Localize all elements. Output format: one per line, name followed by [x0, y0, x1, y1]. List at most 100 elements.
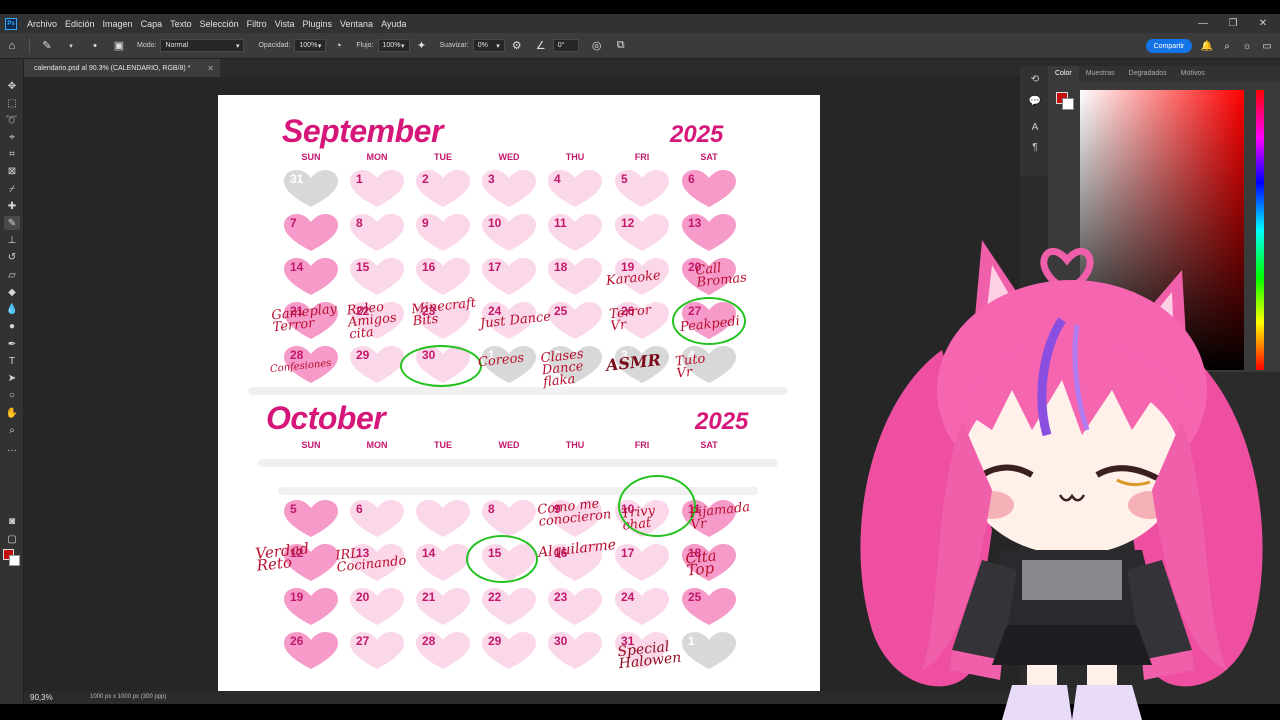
home-icon[interactable]: ⌂	[4, 38, 20, 54]
chevron-down-icon: ▾	[317, 42, 322, 50]
lasso-tool-icon[interactable]: ➰	[4, 113, 20, 127]
panel-background-swatch[interactable]	[1062, 98, 1074, 110]
calendar-day-number: 1	[356, 172, 363, 186]
airbrush-icon[interactable]: ✦	[414, 38, 430, 54]
close-icon[interactable]: ✕	[207, 64, 214, 73]
menu-edicion[interactable]: Edición	[61, 19, 99, 29]
screen-mode-icon[interactable]: ▢	[4, 532, 20, 546]
menu-ventana[interactable]: Ventana	[336, 19, 377, 29]
menu-texto[interactable]: Texto	[166, 19, 196, 29]
october-year: 2025	[695, 408, 749, 435]
photoshop-logo: Ps	[5, 17, 17, 30]
smoothing-label: Suavizar:	[439, 42, 469, 49]
flow-label: Flujo:	[356, 42, 374, 49]
eraser-tool-icon[interactable]: ▱	[4, 268, 20, 282]
path-select-tool-icon[interactable]: ➤	[4, 371, 20, 385]
menu-plugins[interactable]: Plugins	[299, 19, 337, 29]
workspace-icon[interactable]: ▭	[1260, 39, 1274, 53]
menu-imagen[interactable]: Imagen	[99, 19, 137, 29]
calendar-artboard[interactable]: September 2025 SUN MON TUE WED THU FRI SAT 31 1…	[218, 95, 820, 693]
background-color-swatch[interactable]	[9, 555, 20, 566]
more-tools-icon[interactable]: ···	[4, 443, 20, 457]
brush-settings-icon[interactable]: ▣	[111, 38, 127, 54]
menu-vista[interactable]: Vista	[271, 19, 299, 29]
calendar-day-number: 14	[422, 546, 436, 560]
share-button[interactable]: Compartir	[1146, 39, 1192, 53]
calendar-day-heart: 1	[680, 631, 738, 671]
comments-icon[interactable]: 💬	[1028, 94, 1042, 108]
stamp-tool-icon[interactable]: ⊥	[4, 233, 20, 247]
calendar-day-heart: 31	[282, 169, 340, 209]
crop-tool-icon[interactable]: ⌗	[4, 147, 20, 161]
menu-archivo[interactable]: Archivo	[23, 19, 61, 29]
calendar-day-number: 31	[290, 172, 304, 186]
blur-tool-icon[interactable]: 💧	[4, 302, 20, 316]
paper-streak	[248, 387, 788, 395]
highlight-circle	[400, 345, 482, 387]
menu-capa[interactable]: Capa	[137, 19, 167, 29]
brush-tool-icon[interactable]: ✎	[4, 216, 20, 230]
pressure-opacity-icon[interactable]: ◔	[330, 38, 346, 54]
minimize-icon[interactable]: —	[1188, 14, 1218, 33]
brush-size-icon[interactable]: •	[87, 38, 103, 54]
restore-icon[interactable]: ❐	[1218, 14, 1248, 33]
character-icon[interactable]: A	[1028, 120, 1042, 134]
quick-mask-icon[interactable]: ◙	[4, 514, 20, 528]
calendar-day-heart: 21	[414, 587, 472, 627]
marquee-tool-icon[interactable]: ⬚	[4, 96, 20, 110]
calendar-day-heart: 12	[613, 213, 671, 253]
paint-bucket-tool-icon[interactable]: ◆	[4, 285, 20, 299]
search-icon[interactable]: ⌕	[1220, 39, 1234, 53]
healing-brush-tool-icon[interactable]: ✚	[4, 199, 20, 213]
zoom-level[interactable]: 90,3%	[30, 693, 53, 702]
mode-select[interactable]: Normal ▾	[160, 39, 245, 52]
lightbulb-icon[interactable]: ☼	[1240, 39, 1254, 53]
smoothing-field[interactable]: 0% ▾	[472, 39, 505, 52]
menu-filtro[interactable]: Filtro	[243, 19, 271, 29]
weekday-label: MON	[366, 152, 388, 162]
calendar-day-heart: 17	[480, 257, 538, 297]
hand-tool-icon[interactable]: ✋	[4, 406, 20, 420]
eyedropper-tool-icon[interactable]: ⌿	[4, 182, 20, 196]
opacity-field[interactable]: 100% ▾	[294, 39, 327, 52]
quick-select-tool-icon[interactable]: ⌖	[4, 130, 20, 144]
pressure-size-icon[interactable]: ◎	[589, 38, 605, 54]
bell-icon[interactable]: 🔔	[1200, 39, 1214, 53]
calendar-day-heart: 6	[348, 499, 406, 539]
document-tab[interactable]: calendario.psd al 90.3% (CALENDARIO, RGB…	[24, 59, 220, 77]
gear-icon[interactable]: ⚙	[509, 38, 525, 54]
calendar-day-heart: 22	[480, 587, 538, 627]
calendar-day-number: 1	[688, 634, 695, 648]
dodge-tool-icon[interactable]: ●	[4, 319, 20, 333]
tab-motivos[interactable]: Motivos	[1174, 66, 1212, 82]
close-window-icon[interactable]: ✕	[1248, 14, 1278, 33]
tab-color[interactable]: Color	[1048, 66, 1079, 82]
frame-tool-icon[interactable]: ⊠	[4, 164, 20, 178]
tab-degradados[interactable]: Degradados	[1122, 66, 1174, 82]
history-brush-tool-icon[interactable]: ↺	[4, 250, 20, 264]
chevron-down-icon: ▾	[401, 42, 405, 50]
angle-field[interactable]: 0°	[552, 39, 579, 52]
calendar-day-number: 23	[554, 590, 568, 604]
tab-muestras[interactable]: Muestras	[1079, 66, 1122, 82]
calendar-day-heart: 29	[480, 631, 538, 671]
menu-ayuda[interactable]: Ayuda	[377, 19, 410, 29]
brush-tool-icon[interactable]: ✎	[39, 38, 55, 54]
calendar-day-number: 17	[621, 546, 635, 560]
zoom-tool-icon[interactable]: ⌕	[4, 423, 20, 437]
document-tab-bar: calendario.psd al 90.3% (CALENDARIO, RGB…	[24, 59, 1020, 77]
paragraph-icon[interactable]: ¶	[1028, 140, 1042, 154]
symmetry-icon[interactable]: ⧉	[613, 38, 629, 54]
move-tool-icon[interactable]: ✥	[4, 79, 20, 93]
type-tool-icon[interactable]: T	[4, 354, 20, 368]
chevron-down-icon[interactable]: ▾	[63, 38, 79, 54]
history-icon[interactable]: ⟲	[1028, 72, 1042, 86]
flow-field[interactable]: 100% ▾	[377, 39, 410, 52]
shape-tool-icon[interactable]: ○	[4, 388, 20, 402]
calendar-day-number: 2	[422, 172, 429, 186]
menu-seleccion[interactable]: Selección	[196, 19, 243, 29]
note-terror-vr: Terror Vr	[608, 302, 652, 335]
angle-icon[interactable]: ∠	[533, 38, 549, 54]
pen-tool-icon[interactable]: ✒	[4, 337, 20, 351]
calendar-day-number: 8	[356, 216, 363, 230]
